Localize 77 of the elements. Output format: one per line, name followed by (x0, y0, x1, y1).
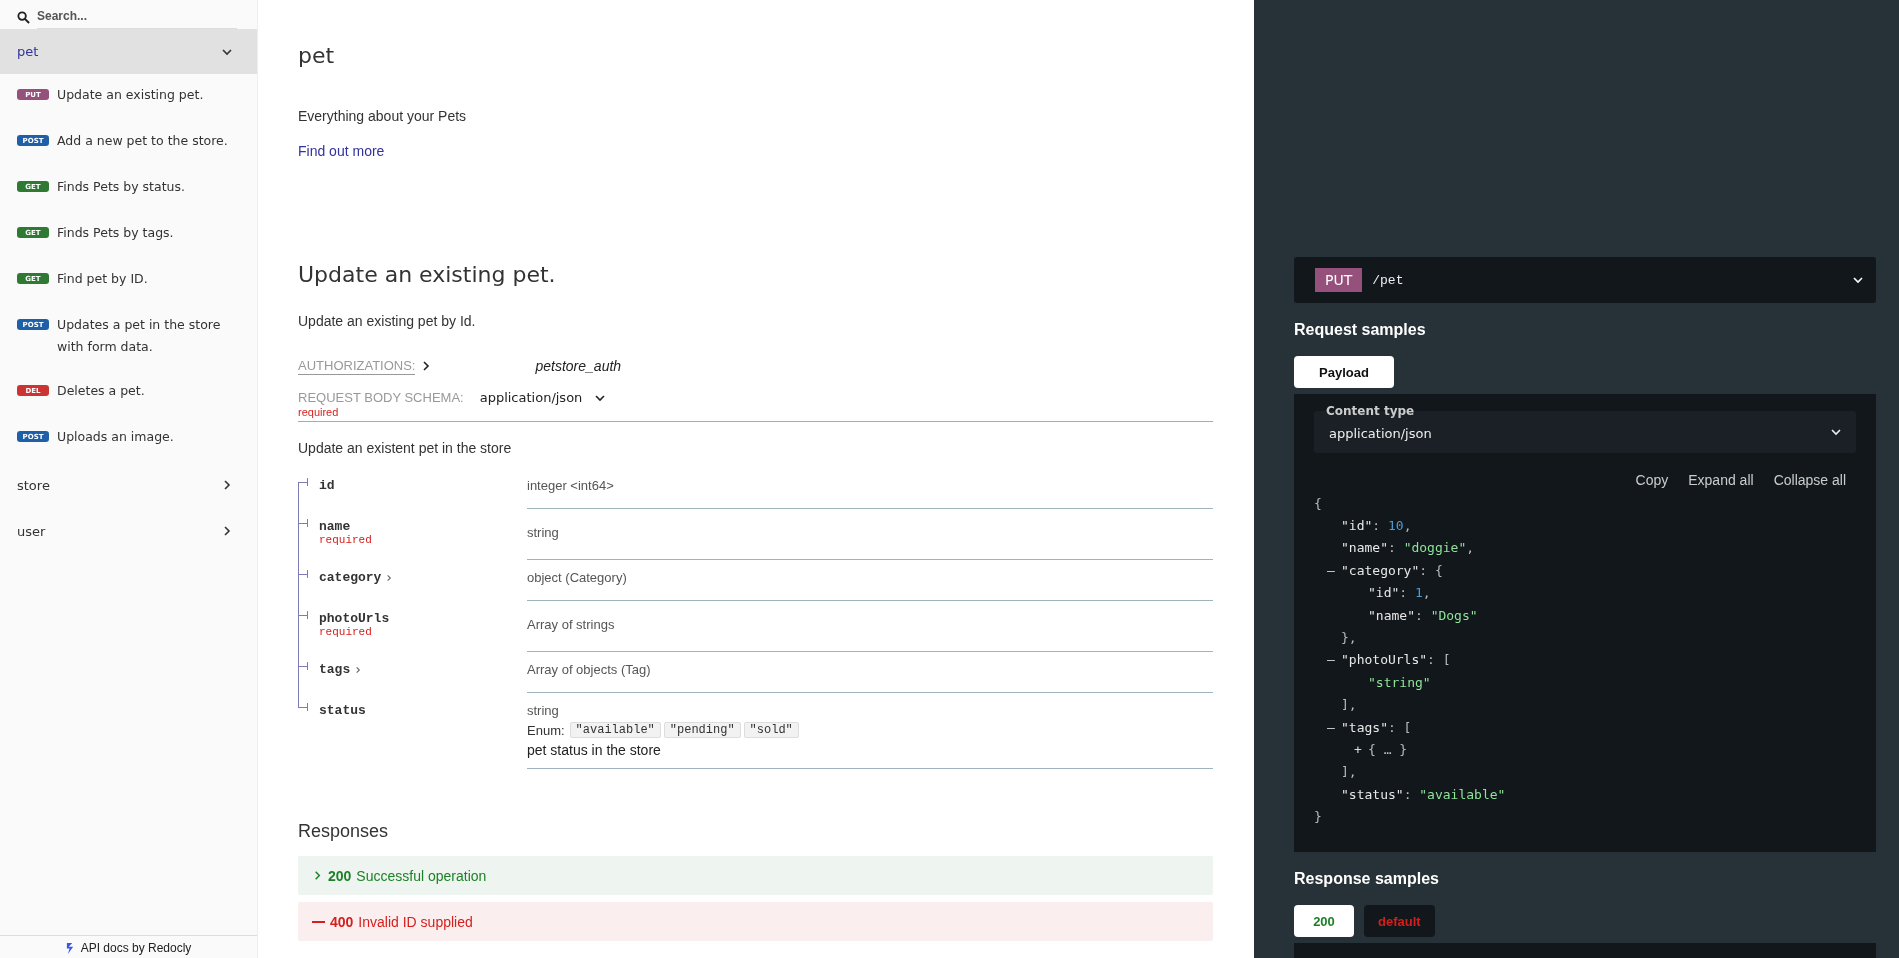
responses-title: Responses (298, 821, 390, 842)
enum-label: Enum: (527, 722, 565, 738)
tree-toggle[interactable]: – (1327, 719, 1341, 735)
required-label: required (318, 534, 373, 546)
code-line: "id": 1, (1368, 585, 1431, 601)
code-action[interactable]: Expand all (1688, 472, 1754, 488)
endpoint-path: /pet (1372, 272, 1404, 288)
field-type: integer <int64> (527, 478, 615, 493)
tree-toggle[interactable]: – (1327, 652, 1341, 668)
field-name: name (319, 519, 351, 534)
field-type: string (527, 703, 560, 718)
enum-value: "available" (569, 722, 661, 738)
field-type: Array of objects (Tag) (527, 662, 652, 677)
sidebar-group[interactable]: user (0, 508, 257, 554)
chevron-icon (221, 479, 233, 491)
sidebar-group[interactable]: pet (0, 29, 257, 74)
tree-toggle[interactable]: + (1354, 742, 1368, 757)
find-out-more-link[interactable]: Find out more (298, 143, 385, 159)
chevron-icon (312, 870, 323, 881)
code-line: "name": "Dogs" (1368, 607, 1478, 623)
content-type-dropdown[interactable]: application/json (479, 390, 583, 405)
code-action[interactable]: Collapse all (1773, 472, 1846, 488)
chevron-icon (385, 573, 394, 582)
response-row[interactable]: 400 Invalid ID supplied (298, 902, 1213, 941)
code-line: } (1314, 809, 1322, 825)
field-description: pet status in the store (527, 742, 662, 758)
endpoint-bar[interactable]: PUT /pet (1294, 257, 1876, 303)
enum-value: "pending" (663, 722, 741, 738)
panel-title: Request samples (1294, 321, 1427, 339)
code-line: "category": { (1341, 562, 1443, 578)
code-line: "photoUrls": [ (1341, 652, 1451, 668)
operation-description: Update an existing pet by Id. (298, 313, 477, 329)
response-row[interactable]: 200 Successful operation (298, 856, 1213, 895)
code-line: "status": "available" (1341, 786, 1506, 802)
code-line: "id": 10, (1341, 518, 1412, 534)
chevron-icon (221, 525, 233, 537)
field-type: object (Category) (527, 570, 628, 585)
code-action[interactable]: Copy (1635, 472, 1669, 488)
field-name[interactable]: tags (319, 662, 351, 677)
chevron-icon (354, 665, 363, 674)
chevron-icon (1830, 426, 1842, 438)
code-line: ], (1341, 697, 1357, 713)
chevron-icon (1852, 274, 1864, 286)
code-line: { (1314, 495, 1322, 511)
schema-label: REQUEST BODY SCHEMA: (298, 390, 464, 405)
field-name: status (319, 703, 366, 718)
section-title: pet (298, 43, 336, 68)
field-type: Array of strings (527, 617, 616, 632)
panel-title: Response samples (1294, 870, 1440, 888)
search-icon (17, 11, 30, 24)
enum-value: "sold" (743, 722, 799, 738)
schema-field-row[interactable]: category object (Category) (298, 560, 1213, 601)
field-name: photoUrls (319, 611, 390, 626)
method-badge: PUT (1315, 268, 1363, 292)
required-label: required (298, 406, 340, 418)
field-name: id (319, 478, 335, 493)
field-type: string (527, 525, 560, 540)
sample-tab[interactable]: Payload (1294, 356, 1394, 388)
response-tab[interactable]: 200 (1294, 905, 1354, 937)
code-line: ], (1341, 764, 1357, 780)
code-line: "tags": [ (1341, 719, 1412, 735)
code-line: "string" (1368, 674, 1431, 690)
tree-toggle[interactable]: – (1327, 562, 1341, 578)
dash-icon (312, 920, 325, 923)
field-name[interactable]: category (319, 570, 382, 585)
body-description: Update an existent pet in the store (298, 440, 513, 456)
operation-title: Update an existing pet. (298, 262, 557, 287)
footer-link[interactable]: API docs by Redocly (80, 941, 192, 955)
section-description: Everything about your Pets (298, 108, 468, 124)
logo-icon (65, 941, 75, 955)
code-line: "name": "doggie", (1341, 540, 1475, 556)
auth-scheme: petstore_auth (535, 358, 622, 374)
schema-field-row[interactable]: tags Array of objects (Tag) (298, 652, 1213, 693)
sidebar-group[interactable]: store (0, 462, 257, 508)
required-label: required (318, 626, 373, 638)
code-line: { … } (1368, 742, 1408, 757)
code-line: }, (1341, 630, 1357, 646)
